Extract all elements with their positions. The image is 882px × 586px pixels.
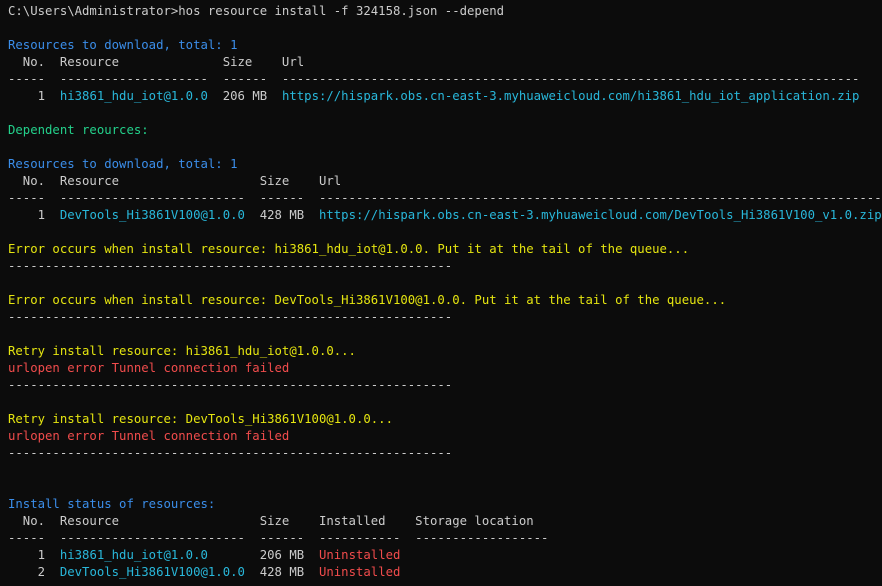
terminal-text: 1	[8, 89, 60, 103]
terminal-text: ----------------------------------------…	[8, 378, 453, 392]
terminal-text: 2	[8, 565, 60, 579]
terminal-line: No. Resource Size Url	[8, 173, 882, 190]
terminal-text: https://hispark.obs.cn-east-3.myhuaweicl…	[318, 208, 882, 222]
terminal-line: 1 hi3861_hdu_iot@1.0.0 206 MB Uninstalle…	[8, 547, 882, 564]
terminal-line: Install status of resources:	[8, 496, 882, 513]
terminal-line: ----------------------------------------…	[8, 309, 882, 326]
terminal-line: Retry install resource: hi3861_hdu_iot@1…	[8, 343, 882, 360]
terminal-text: https://hispark.obs.cn-east-3.myhuaweicl…	[281, 89, 860, 103]
terminal-line: No. Resource Size Installed Storage loca…	[8, 513, 882, 530]
terminal-text: urlopen error Tunnel connection failed	[8, 429, 290, 443]
terminal-text: Retry install resource: hi3861_hdu_iot@1…	[8, 344, 356, 358]
terminal-text: urlopen error Tunnel connection failed	[8, 361, 290, 375]
terminal-line: ----------------------------------------…	[8, 445, 882, 462]
terminal-line: Resources to download, total: 1	[8, 37, 882, 54]
terminal-text: ----- ------------------------- ------ -…	[8, 191, 882, 205]
terminal-text: Error occurs when install resource: hi38…	[8, 242, 690, 256]
terminal-line: No. Resource Size Url	[8, 54, 882, 71]
terminal-line: Resources to download, total: 1	[8, 156, 882, 173]
terminal-line: ----------------------------------------…	[8, 258, 882, 275]
terminal-text: 1	[8, 208, 60, 222]
terminal-text: 428 MB	[244, 208, 319, 222]
terminal-text: 206 MB	[207, 548, 319, 562]
terminal-text: ----- ------------------------- ------ -…	[8, 531, 549, 545]
terminal-text: ----------------------------------------…	[8, 446, 453, 460]
terminal-line: ----------------------------------------…	[8, 377, 882, 394]
terminal-text: ----------------------------------------…	[8, 259, 453, 273]
terminal-text: Error occurs when install resource: DevT…	[8, 293, 727, 307]
terminal-text: Resources to download, total: 1	[8, 157, 238, 171]
terminal-line: 1 DevTools_Hi3861V100@1.0.0 428 MB https…	[8, 207, 882, 224]
terminal-text: hi3861_hdu_iot@1.0.0	[59, 548, 208, 562]
terminal-text: Retry install resource: DevTools_Hi3861V…	[8, 412, 393, 426]
terminal-text: 428 MB	[244, 565, 319, 579]
terminal-text: ----- -------------------- ------ ------…	[8, 72, 860, 86]
terminal-line: Retry install resource: DevTools_Hi3861V…	[8, 411, 882, 428]
terminal-text: ----------------------------------------…	[8, 310, 453, 324]
terminal-text: DevTools_Hi3861V100@1.0.0	[59, 208, 245, 222]
terminal-line: Dependent reources:	[8, 122, 882, 139]
terminal-line: urlopen error Tunnel connection failed	[8, 428, 882, 445]
terminal-text: Install status of resources:	[8, 497, 216, 511]
terminal-text: Uninstalled	[318, 565, 401, 579]
terminal-text: Dependent reources:	[8, 123, 149, 137]
terminal-text: C:\Users\Administrator>hos resource inst…	[8, 4, 505, 18]
terminal-text: 206 MB	[207, 89, 282, 103]
terminal-text: Resources to download, total: 1	[8, 38, 238, 52]
terminal-output[interactable]: C:\Users\Administrator>hos resource inst…	[0, 0, 882, 581]
terminal-text: hi3861_hdu_iot@1.0.0	[59, 89, 208, 103]
terminal-line: Error occurs when install resource: DevT…	[8, 292, 882, 309]
terminal-line: ----- ------------------------- ------ -…	[8, 530, 882, 547]
terminal-line: ----- ------------------------- ------ -…	[8, 190, 882, 207]
terminal-text: No. Resource Size Url	[8, 55, 305, 69]
terminal-line: 1 hi3861_hdu_iot@1.0.0 206 MB https://hi…	[8, 88, 882, 105]
terminal-line: ----- -------------------- ------ ------…	[8, 71, 882, 88]
terminal-line: 2 DevTools_Hi3861V100@1.0.0 428 MB Unins…	[8, 564, 882, 581]
terminal-text: Uninstalled	[318, 548, 401, 562]
terminal-text: DevTools_Hi3861V100@1.0.0	[59, 565, 245, 579]
terminal-text: No. Resource Size Installed Storage loca…	[8, 514, 534, 528]
terminal-text: 1	[8, 548, 60, 562]
terminal-text: No. Resource Size Url	[8, 174, 342, 188]
terminal-line: C:\Users\Administrator>hos resource inst…	[8, 3, 882, 20]
terminal-line: urlopen error Tunnel connection failed	[8, 360, 882, 377]
terminal-line: Error occurs when install resource: hi38…	[8, 241, 882, 258]
